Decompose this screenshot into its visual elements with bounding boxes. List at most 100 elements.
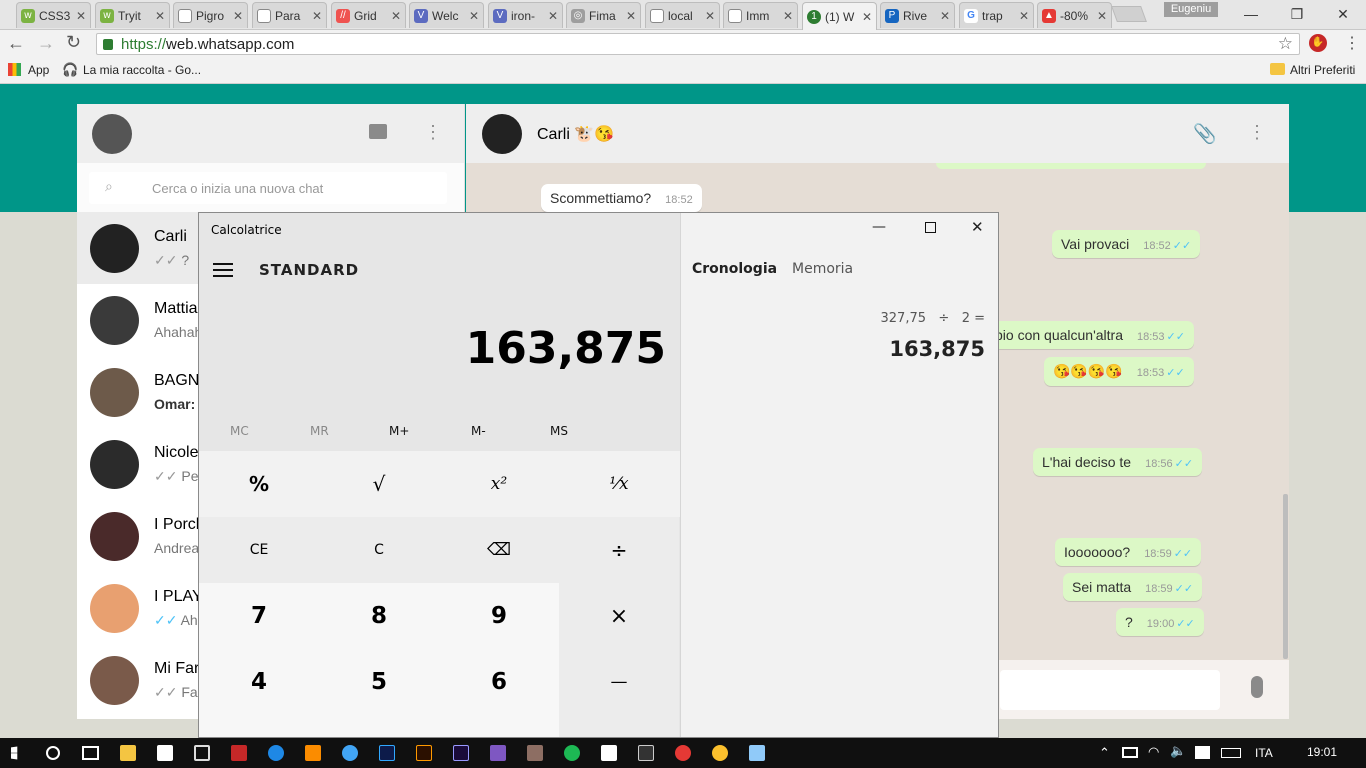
digit-4-button[interactable]: 4 bbox=[199, 649, 319, 715]
extension-icon[interactable]: ✋ bbox=[1309, 34, 1327, 52]
memory-add-button[interactable]: M+ bbox=[389, 424, 409, 438]
browser-tab[interactable]: V Welc ✕ bbox=[409, 2, 484, 28]
tab-close-icon[interactable]: ✕ bbox=[548, 9, 558, 23]
tab-close-icon[interactable]: ✕ bbox=[705, 9, 715, 23]
after-effects-icon[interactable] bbox=[453, 745, 469, 761]
tab-close-icon[interactable]: ✕ bbox=[391, 9, 401, 23]
tab-close-icon[interactable]: ✕ bbox=[1097, 9, 1107, 23]
browser-tab[interactable]: w CSS3 ✕ bbox=[16, 2, 91, 28]
tab-close-icon[interactable]: ✕ bbox=[940, 9, 950, 23]
keyboard-icon[interactable] bbox=[1221, 748, 1241, 758]
scrollbar[interactable] bbox=[1283, 494, 1288, 659]
browser-tab[interactable]: local ✕ bbox=[645, 2, 720, 28]
browser-tab[interactable]: Pigro ✕ bbox=[173, 2, 248, 28]
close-icon[interactable]: ✕ bbox=[1320, 0, 1366, 28]
volume-icon[interactable]: 🔈 bbox=[1170, 743, 1186, 759]
minimize-icon[interactable]: — bbox=[872, 219, 886, 235]
reciprocal-button[interactable]: ¹⁄x bbox=[559, 451, 679, 517]
menu-icon[interactable]: ⋮ bbox=[1344, 33, 1360, 53]
subtract-button[interactable]: — bbox=[559, 649, 679, 715]
profile-badge[interactable]: Eugeniu bbox=[1164, 2, 1218, 17]
digit-7-button[interactable]: 7 bbox=[199, 583, 319, 649]
attach-icon[interactable]: 📎 bbox=[1193, 122, 1217, 146]
chrome-icon[interactable] bbox=[675, 745, 691, 761]
cmd-icon[interactable] bbox=[638, 745, 654, 761]
hamburger-menu-icon[interactable] bbox=[213, 263, 233, 277]
history-expression[interactable]: 327,75 ÷ 2 = bbox=[881, 311, 985, 326]
language-indicator[interactable]: ITA bbox=[1255, 746, 1273, 760]
my-avatar[interactable] bbox=[92, 114, 132, 154]
bookmark-item[interactable]: La mia raccolta - Go... bbox=[83, 63, 201, 77]
menu-icon[interactable]: ⋮ bbox=[1248, 122, 1266, 143]
tab-memory[interactable]: Memoria bbox=[792, 261, 853, 277]
app-icon[interactable] bbox=[749, 745, 765, 761]
browser-tab-active[interactable]: 1 (1) W ✕ bbox=[802, 2, 877, 30]
app-icon[interactable] bbox=[231, 745, 247, 761]
close-icon[interactable]: ✕ bbox=[971, 218, 984, 236]
contact-avatar[interactable] bbox=[482, 114, 522, 154]
app-icon[interactable] bbox=[527, 745, 543, 761]
search-input[interactable]: ⌕ Cerca o inizia una nuova chat bbox=[89, 172, 447, 204]
browser-tab[interactable]: ▲ -80% ✕ bbox=[1037, 2, 1112, 28]
tab-close-icon[interactable]: ✕ bbox=[1019, 9, 1029, 23]
browser-tab[interactable]: Para ✕ bbox=[252, 2, 327, 28]
tab-close-icon[interactable]: ✕ bbox=[312, 9, 322, 23]
add-button[interactable]: + bbox=[559, 715, 679, 737]
tab-close-icon[interactable]: ✕ bbox=[469, 9, 479, 23]
calculator-taskbar-icon[interactable] bbox=[601, 745, 617, 761]
memory-subtract-button[interactable]: M- bbox=[471, 424, 486, 438]
file-explorer-icon[interactable] bbox=[120, 745, 136, 761]
memory-store-button[interactable]: MS bbox=[550, 424, 568, 438]
chrome-icon[interactable] bbox=[712, 745, 728, 761]
digit-5-button[interactable]: 5 bbox=[319, 649, 439, 715]
maximize-icon[interactable] bbox=[925, 222, 936, 233]
app-icon[interactable] bbox=[342, 745, 358, 761]
divide-button[interactable]: ÷ bbox=[559, 517, 679, 583]
maximize-icon[interactable]: ❐ bbox=[1274, 0, 1320, 28]
reload-icon[interactable]: ↻ bbox=[66, 32, 81, 53]
multiply-button[interactable]: × bbox=[559, 583, 679, 649]
bookmark-apps[interactable]: App bbox=[28, 63, 49, 77]
digit-1-button[interactable]: 1 bbox=[199, 715, 319, 737]
browser-tab[interactable]: P Rive ✕ bbox=[880, 2, 955, 28]
tab-close-icon[interactable]: ✕ bbox=[76, 9, 86, 23]
menu-icon[interactable]: ⋮ bbox=[424, 122, 442, 143]
wifi-icon[interactable]: ◠ bbox=[1148, 744, 1159, 760]
browser-tab[interactable]: // Grid ✕ bbox=[331, 2, 406, 28]
address-bar[interactable]: https://web.whatsapp.com ☆ bbox=[96, 33, 1300, 55]
tab-close-icon[interactable]: ✕ bbox=[862, 10, 872, 24]
back-icon[interactable]: ← bbox=[7, 33, 25, 54]
digit-3-button[interactable]: 3 bbox=[439, 715, 559, 737]
square-root-button[interactable]: √ bbox=[319, 451, 439, 517]
clear-entry-button[interactable]: CE bbox=[199, 517, 319, 583]
tab-close-icon[interactable]: ✕ bbox=[233, 9, 243, 23]
history-result[interactable]: 163,875 bbox=[889, 337, 985, 361]
new-tab-button[interactable] bbox=[1111, 6, 1147, 22]
cube-app-icon[interactable] bbox=[194, 745, 210, 761]
tab-close-icon[interactable]: ✕ bbox=[626, 9, 636, 23]
browser-tab[interactable]: Imm ✕ bbox=[723, 2, 798, 28]
digit-8-button[interactable]: 8 bbox=[319, 583, 439, 649]
tab-history[interactable]: Cronologia bbox=[692, 261, 777, 277]
tab-close-icon[interactable]: ✕ bbox=[155, 9, 165, 23]
square-button[interactable]: x² bbox=[439, 451, 559, 517]
digit-9-button[interactable]: 9 bbox=[439, 583, 559, 649]
clock[interactable]: 19:01 bbox=[1307, 745, 1337, 759]
illustrator-icon[interactable] bbox=[416, 745, 432, 761]
browser-tab[interactable]: Viron- ✕ bbox=[488, 2, 563, 28]
forward-icon[interactable]: → bbox=[37, 33, 55, 54]
contact-name[interactable]: Carli 🐮😘 bbox=[537, 124, 614, 144]
browser-tab[interactable]: Gtrap ✕ bbox=[959, 2, 1034, 28]
message-input[interactable] bbox=[1000, 670, 1220, 710]
photoshop-icon[interactable] bbox=[379, 745, 395, 761]
digit-2-button[interactable]: 2 bbox=[319, 715, 439, 737]
cortana-icon[interactable] bbox=[46, 746, 60, 760]
spotify-icon[interactable] bbox=[564, 745, 580, 761]
digit-6-button[interactable]: 6 bbox=[439, 649, 559, 715]
browser-tab[interactable]: w Tryit ✕ bbox=[95, 2, 170, 28]
chevron-up-icon[interactable]: ⌃ bbox=[1099, 745, 1110, 761]
percent-button[interactable]: % bbox=[199, 451, 319, 517]
bookmark-star-icon[interactable]: ☆ bbox=[1278, 34, 1293, 54]
store-icon[interactable] bbox=[157, 745, 173, 761]
backspace-icon[interactable]: ⌫ bbox=[439, 517, 559, 583]
